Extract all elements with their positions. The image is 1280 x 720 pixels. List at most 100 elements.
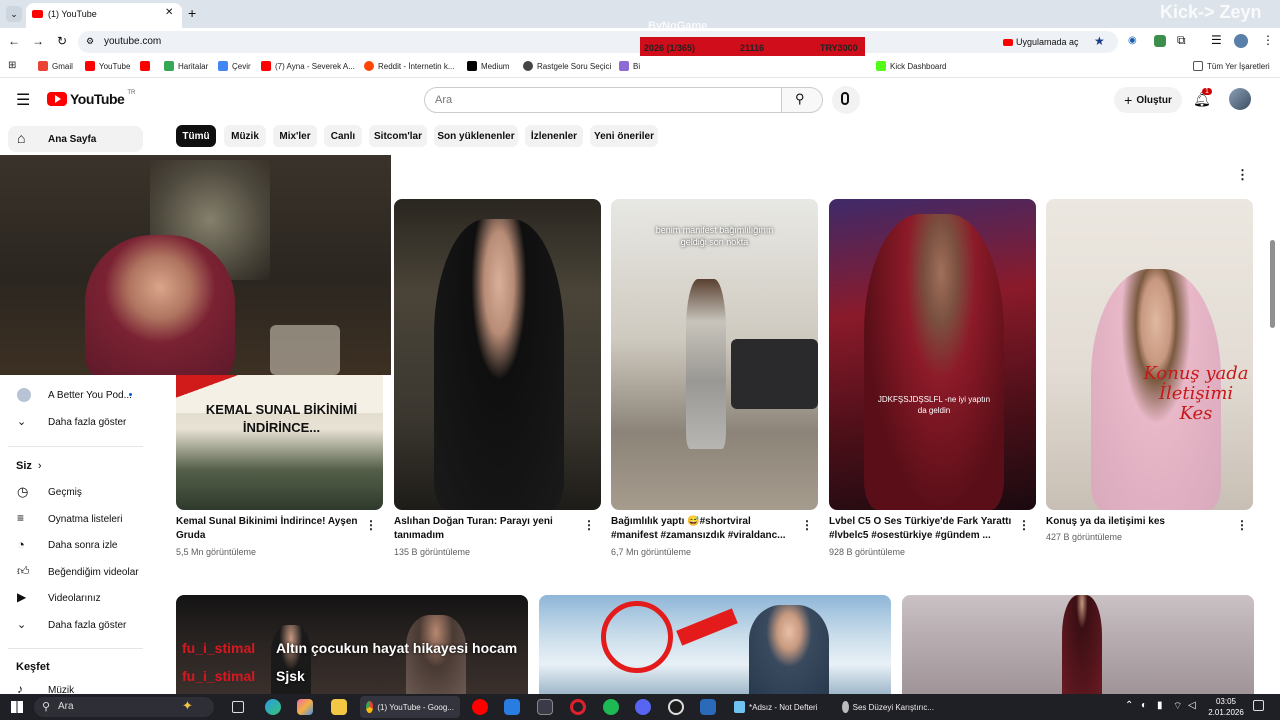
obs-icon[interactable]: [668, 699, 684, 715]
taskbar-task-volume-mixer[interactable]: Ses Düzeyi Karıştırıc...: [836, 696, 940, 718]
new-tab-button[interactable]: +: [188, 5, 196, 21]
chip-watched[interactable]: İzlenenler: [525, 125, 583, 147]
store-icon[interactable]: [537, 699, 553, 715]
url-box[interactable]: ⚙ youtube.com Uygulamada aç ★: [78, 31, 1118, 53]
open-in-app-button[interactable]: Uygulamada aç: [1003, 34, 1079, 50]
bookmark-maps[interactable]: Haritalar: [164, 61, 208, 71]
hamburger-menu-icon[interactable]: ☰: [16, 90, 30, 110]
chip-music[interactable]: Müzik: [224, 125, 266, 147]
profile-avatar-icon[interactable]: [1234, 34, 1248, 48]
account-avatar[interactable]: [1229, 88, 1251, 110]
edge-icon[interactable]: [265, 699, 281, 715]
youtube-logo[interactable]: YouTube TR: [47, 90, 135, 107]
bookmark-translate[interactable]: Çevir: [218, 61, 251, 71]
apps-grid-icon[interactable]: ⊞: [8, 60, 16, 71]
sidebar-item-watch-later[interactable]: ◔ Daha sonra izle: [8, 532, 143, 558]
taskbar-search-input[interactable]: ⚲ Ara ✦: [34, 697, 214, 717]
youtube-app-icon[interactable]: [472, 699, 488, 715]
video-thumbnail[interactable]: [394, 199, 601, 510]
notification-center-icon[interactable]: [1253, 700, 1264, 711]
sidebar-you-heading[interactable]: Siz ›: [16, 460, 42, 472]
voice-search-button[interactable]: [832, 86, 860, 114]
bookmark-bi[interactable]: Bi: [619, 61, 640, 71]
all-bookmarks-folder[interactable]: Tüm Yer İşaretleri: [1193, 61, 1270, 71]
thumbs-up-icon: 👍︎: [17, 564, 30, 578]
extension-icon[interactable]: [1154, 35, 1166, 47]
sidebar-show-more-subscriptions[interactable]: ⌄ Daha fazla göster: [8, 409, 143, 435]
forward-arrow-icon[interactable]: →: [32, 34, 44, 48]
tab-search-button[interactable]: ⌄: [6, 6, 22, 22]
notifications-button[interactable]: 🔔︎ 1: [1192, 88, 1212, 110]
video-thumbnail[interactable]: JDKFŞSJDŞSLFL -ne iyi yaptın da geldin: [829, 199, 1036, 510]
bookmark-ayna[interactable]: (7) Ayna - Severek A...: [261, 61, 355, 71]
chip-all[interactable]: Tümü: [176, 125, 216, 147]
browser-tab-youtube[interactable]: (1) YouTube ✕: [26, 3, 182, 28]
chip-new-to-you[interactable]: Yeni öneriler: [590, 125, 658, 147]
sidebar-item-liked-videos[interactable]: 👍︎ Beğendiğim videolar: [8, 559, 143, 585]
bookmark-star-icon[interactable]: ★: [1094, 34, 1105, 48]
sidebar-item-home[interactable]: ⌂ Ana Sayfa: [8, 126, 143, 152]
bookmark-gmail[interactable]: Gmail: [38, 61, 73, 71]
chip-recently-uploaded[interactable]: Son yüklenenler: [434, 125, 518, 147]
task-view-icon[interactable]: [232, 701, 244, 713]
windows-start-icon[interactable]: [11, 701, 23, 713]
chip-mixes[interactable]: Mix'ler: [273, 125, 317, 147]
taskbar-task-notepad[interactable]: *Adsız - Not Defteri: [728, 696, 828, 718]
video-thumbnail[interactable]: KEMAL SUNAL BİKİNİMİ İNDİRİNCE...: [176, 375, 383, 510]
sidebar-item-your-videos[interactable]: ▶ Videolarınız: [8, 585, 143, 611]
bookmark-random-question[interactable]: Rastgele Soru Seçici: [523, 61, 611, 71]
sidebar-item-history[interactable]: ◷ Geçmiş: [8, 479, 143, 505]
bookmark-youtube[interactable]: YouTube: [85, 61, 130, 71]
wifi-icon[interactable]: ⌔: [1173, 700, 1182, 713]
video-menu-icon[interactable]: ⋮: [801, 518, 813, 532]
video-title[interactable]: Konuş ya da iletişimi kes: [1046, 515, 1231, 529]
sidebar-subscription-better-you[interactable]: A Better You Pod...: [8, 382, 143, 408]
search-button[interactable]: ⚲: [781, 87, 823, 113]
sidebar-show-more-you[interactable]: ⌄ Daha fazla göster: [8, 612, 143, 638]
video-thumbnail[interactable]: Konuş yada İletişimi Kes: [1046, 199, 1253, 510]
video-thumbnail[interactable]: [902, 595, 1254, 694]
back-arrow-icon[interactable]: ←: [8, 34, 20, 48]
opera-icon[interactable]: [570, 699, 586, 715]
bookmark-kick-dashboard[interactable]: Kick Dashboard: [876, 61, 946, 71]
file-explorer-icon[interactable]: [331, 699, 347, 715]
browser-menu-icon[interactable]: ⋮: [1262, 33, 1274, 47]
bookmark-youtube-2[interactable]: [140, 61, 150, 71]
taskbar-clock[interactable]: 03:05 2.01.2026: [1203, 696, 1249, 718]
discord-icon[interactable]: [635, 699, 651, 715]
puzzle-icon[interactable]: ⧉: [1177, 33, 1186, 48]
create-button[interactable]: + Oluştur: [1114, 87, 1182, 113]
more-options-icon[interactable]: ⋮: [1236, 167, 1249, 183]
video-title[interactable]: Lvbel C5 O Ses Türkiye'de Fark Yarattı #…: [829, 515, 1014, 543]
video-title[interactable]: Bağımlılık yaptı 😅#shortviral #manifest …: [611, 515, 796, 543]
site-info-icon[interactable]: ⚙: [86, 36, 94, 47]
sidebar-item-playlists[interactable]: ≡ Oynatma listeleri: [8, 506, 143, 532]
copilot-icon[interactable]: [297, 699, 313, 715]
bookmark-medium[interactable]: Medium: [467, 61, 509, 71]
app-icon[interactable]: [700, 699, 716, 715]
page-scrollbar[interactable]: [1270, 240, 1275, 328]
video-menu-icon[interactable]: ⋮: [1018, 518, 1030, 532]
chip-sitcoms[interactable]: Sitcom'lar: [369, 125, 427, 147]
close-tab-icon[interactable]: ✕: [165, 7, 173, 18]
reload-icon[interactable]: ↻: [57, 34, 67, 48]
spotify-icon[interactable]: [603, 699, 619, 715]
controller-icon[interactable]: ◐: [1141, 700, 1147, 711]
video-thumbnail[interactable]: [539, 595, 891, 694]
media-icon[interactable]: ◉: [1128, 35, 1137, 46]
search-input[interactable]: Ara: [424, 87, 782, 113]
chip-live[interactable]: Canlı: [324, 125, 362, 147]
video-menu-icon[interactable]: ⋮: [365, 518, 377, 532]
tab-list-icon[interactable]: ☰: [1211, 33, 1222, 47]
video-title[interactable]: Aslıhan Doğan Turan: Parayı yeni tanımad…: [394, 515, 579, 543]
video-thumbnail[interactable]: benim manifest bağımlılığının geldiği so…: [611, 199, 818, 510]
chevron-up-icon[interactable]: ⌃: [1125, 700, 1133, 711]
video-title[interactable]: Kemal Sunal Bikinimi İndirince! Ayşen Gr…: [176, 515, 361, 543]
video-menu-icon[interactable]: ⋮: [583, 518, 595, 532]
video-menu-icon[interactable]: ⋮: [1236, 518, 1248, 532]
mail-icon[interactable]: [504, 699, 520, 715]
taskbar-task-chrome[interactable]: (1) YouTube - Goog...: [360, 696, 460, 718]
network-icon[interactable]: ▮: [1157, 700, 1163, 711]
bookmark-reddit[interactable]: Reddit - İnternetin k...: [364, 61, 454, 71]
volume-icon[interactable]: ◁: [1188, 700, 1196, 711]
